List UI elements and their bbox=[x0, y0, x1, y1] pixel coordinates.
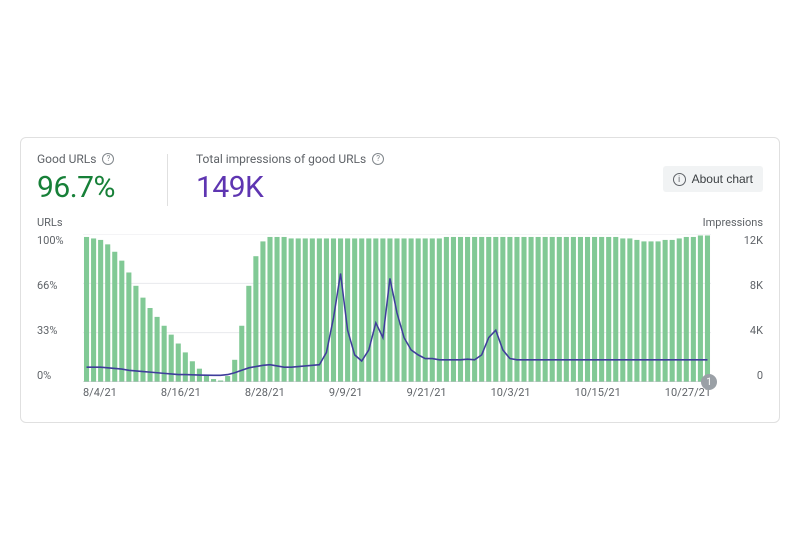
plot-area bbox=[83, 234, 711, 382]
left-axis-title: URLs bbox=[37, 216, 63, 229]
divider bbox=[167, 154, 168, 206]
help-icon[interactable]: ? bbox=[102, 153, 114, 165]
left-tick: 33% bbox=[37, 324, 83, 337]
chart-svg bbox=[83, 234, 711, 382]
right-tick: 0 bbox=[711, 369, 763, 382]
x-tick: 10/3/21 bbox=[491, 386, 531, 404]
x-tick: 8/4/21 bbox=[83, 386, 117, 404]
x-axis: 8/4/21 8/16/21 8/28/21 9/9/21 9/21/21 10… bbox=[83, 386, 711, 404]
info-icon: i bbox=[673, 173, 686, 186]
annotation-badge[interactable]: 1 bbox=[701, 374, 717, 390]
about-chart-label: About chart bbox=[692, 172, 753, 186]
x-tick: 10/15/21 bbox=[575, 386, 621, 404]
x-tick: 8/28/21 bbox=[245, 386, 285, 404]
x-tick: 9/9/21 bbox=[329, 386, 363, 404]
about-chart-button[interactable]: i About chart bbox=[663, 166, 763, 192]
chart-card: Good URLs ? 96.7% Total impressions of g… bbox=[20, 137, 780, 423]
chart-zone: URLs 100% 66% 33% 0% Impressions 12K 8K … bbox=[37, 234, 763, 404]
x-tick: 9/21/21 bbox=[407, 386, 447, 404]
right-tick: 12K bbox=[711, 234, 763, 247]
right-axis: Impressions 12K 8K 4K 0 bbox=[711, 234, 763, 382]
right-tick: 8K bbox=[711, 279, 763, 292]
left-tick: 100% bbox=[37, 234, 83, 247]
left-axis: URLs 100% 66% 33% 0% bbox=[37, 234, 83, 382]
metric-label: Total impressions of good URLs ? bbox=[196, 152, 384, 166]
left-tick: 66% bbox=[37, 279, 83, 292]
good-urls-label: Good URLs bbox=[37, 152, 96, 166]
help-icon[interactable]: ? bbox=[372, 153, 384, 165]
badge-text: 1 bbox=[706, 377, 712, 388]
metrics-header: Good URLs ? 96.7% Total impressions of g… bbox=[37, 152, 763, 206]
metric-impressions: Total impressions of good URLs ? 149K bbox=[196, 152, 408, 205]
metric-label: Good URLs ? bbox=[37, 152, 115, 166]
right-axis-title: Impressions bbox=[703, 216, 763, 229]
impressions-label: Total impressions of good URLs bbox=[196, 152, 366, 166]
right-tick: 4K bbox=[711, 324, 763, 337]
metric-good-urls: Good URLs ? 96.7% bbox=[37, 152, 139, 205]
left-tick: 0% bbox=[37, 369, 83, 382]
good-urls-value: 96.7% bbox=[37, 170, 115, 205]
x-tick: 8/16/21 bbox=[161, 386, 201, 404]
impressions-value: 149K bbox=[196, 170, 384, 205]
